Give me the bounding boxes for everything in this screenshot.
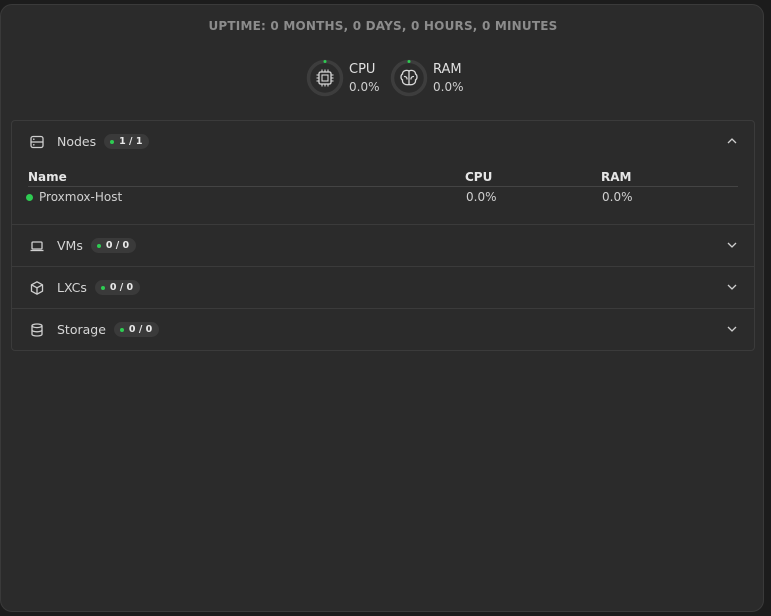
proxmox-widget-card: UPTIME: 0 MONTHS, 0 DAYS, 0 HOURS, 0 MIN… xyxy=(0,4,764,612)
cpu-gauge: CPU 0.0% xyxy=(306,59,380,97)
vms-section-title: VMs xyxy=(57,238,83,253)
nodes-section: Nodes 1 / 1 Name CPU RAM Proxmox-Host 0.… xyxy=(12,121,754,225)
storage-section-header[interactable]: Storage 0 / 0 xyxy=(12,309,754,350)
nodes-table: Name CPU RAM Proxmox-Host 0.0% 0.0% xyxy=(12,162,754,224)
lxcs-section: LXCs 0 / 0 xyxy=(12,267,754,309)
node-name: Proxmox-Host xyxy=(39,190,123,204)
cube-icon xyxy=(28,279,46,297)
status-dot-icon xyxy=(119,327,124,332)
status-dot-icon xyxy=(110,139,115,144)
server-icon xyxy=(28,133,46,151)
storage-section-title: Storage xyxy=(57,322,106,337)
storage-count-badge: 0 / 0 xyxy=(113,322,160,337)
chevron-down-icon[interactable] xyxy=(726,323,738,335)
storage-count-text: 0 / 0 xyxy=(128,324,153,335)
lxcs-count-badge: 0 / 0 xyxy=(94,280,141,295)
column-header-name: Name xyxy=(28,170,67,184)
chevron-down-icon[interactable] xyxy=(726,281,738,293)
lxcs-section-title: LXCs xyxy=(57,280,87,295)
resources-accordion: Nodes 1 / 1 Name CPU RAM Proxmox-Host 0.… xyxy=(11,120,755,351)
chevron-up-icon[interactable] xyxy=(726,135,738,147)
cpu-gauge-value: 0.0% xyxy=(349,79,380,94)
brain-icon xyxy=(400,69,418,86)
uptime-label: UPTIME: 0 MONTHS, 0 DAYS, 0 HOURS, 0 MIN… xyxy=(208,19,558,33)
vms-section: VMs 0 / 0 xyxy=(12,225,754,267)
ram-gauge-label: RAM xyxy=(433,62,462,77)
cpu-chip-icon xyxy=(316,69,334,87)
chevron-down-icon[interactable] xyxy=(726,239,738,251)
ram-gauge: RAM 0.0% xyxy=(390,59,464,97)
lxcs-count-text: 0 / 0 xyxy=(109,282,134,293)
vms-count-badge: 0 / 0 xyxy=(90,238,137,253)
node-cpu: 0.0% xyxy=(466,190,497,204)
storage-section: Storage 0 / 0 xyxy=(12,309,754,350)
vms-count-text: 0 / 0 xyxy=(105,240,130,251)
nodes-section-title: Nodes xyxy=(57,134,97,149)
online-status-dot-icon xyxy=(26,194,33,201)
table-header-divider xyxy=(28,186,738,187)
nodes-section-header[interactable]: Nodes 1 / 1 xyxy=(12,121,754,162)
ram-gauge-ring xyxy=(390,59,428,97)
cpu-gauge-ring xyxy=(306,59,344,97)
ram-gauge-value: 0.0% xyxy=(433,79,464,94)
database-icon xyxy=(28,321,46,339)
status-dot-icon xyxy=(100,285,105,290)
vms-section-header[interactable]: VMs 0 / 0 xyxy=(12,225,754,266)
laptop-icon xyxy=(28,237,46,255)
lxcs-section-header[interactable]: LXCs 0 / 0 xyxy=(12,267,754,308)
status-dot-icon xyxy=(96,243,101,248)
nodes-count-text: 1 / 1 xyxy=(119,136,143,147)
table-row[interactable]: Proxmox-Host 0.0% 0.0% xyxy=(12,190,754,208)
cpu-gauge-label: CPU xyxy=(349,62,376,77)
nodes-count-badge: 1 / 1 xyxy=(104,134,150,149)
node-ram: 0.0% xyxy=(602,190,633,204)
column-header-cpu: CPU xyxy=(465,170,493,184)
column-header-ram: RAM xyxy=(601,170,632,184)
